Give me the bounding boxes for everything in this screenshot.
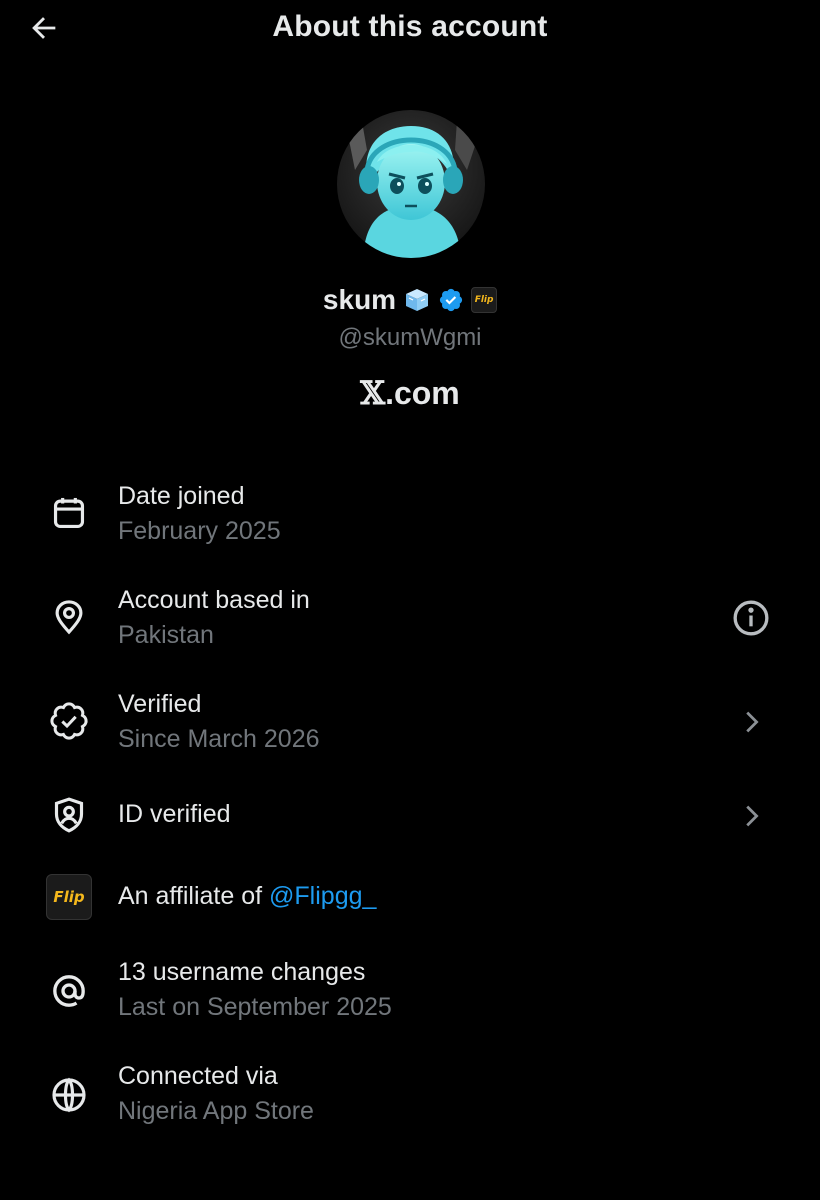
avatar[interactable]: [337, 110, 485, 258]
row-subtitle: Since March 2026: [118, 725, 320, 753]
row-title: Connected via: [118, 1062, 278, 1090]
row-title: Verified: [118, 690, 202, 718]
verified-badge-icon: [44, 696, 94, 746]
row-title: Date joined: [118, 482, 245, 510]
calendar-icon: [44, 488, 94, 538]
row-subtitle: Pakistan: [118, 621, 214, 649]
row-username-changes: 13 username changes Last on September 20…: [0, 954, 820, 1034]
affiliate-logo: Flip: [46, 874, 92, 920]
row-date-joined: Date joined February 2025: [0, 478, 820, 558]
row-title: An affiliate of @Flipgg_: [118, 882, 376, 911]
avatar-image: [337, 110, 485, 258]
flip-gg-badge-icon[interactable]: Flip: [471, 287, 498, 313]
name-row: skum Flip: [0, 284, 820, 316]
info-icon: [733, 600, 769, 636]
header-bar: About this account: [0, 0, 820, 60]
chevron-right-button[interactable]: [728, 793, 774, 839]
page-title: About this account: [272, 10, 548, 43]
location-pin-icon: [44, 592, 94, 642]
row-title: Account based in: [118, 586, 310, 614]
row-affiliate: Flip An affiliate of @Flipgg_: [0, 872, 820, 952]
shield-user-icon: [44, 790, 94, 840]
verified-blue-badge-icon: [439, 288, 463, 312]
row-id-verified[interactable]: ID verified: [0, 790, 820, 870]
site-link[interactable]: 𝕏.com: [0, 374, 820, 412]
x-logo-icon: 𝕏: [360, 374, 386, 412]
row-title: ID verified: [118, 800, 231, 828]
row-subtitle: February 2025: [118, 517, 281, 545]
chevron-right-button[interactable]: [728, 699, 774, 745]
chevron-right-icon: [746, 711, 759, 733]
row-subtitle: Nigeria App Store: [118, 1097, 314, 1125]
row-title: 13 username changes: [118, 958, 366, 986]
ice-cube-icon: [406, 289, 429, 311]
affiliate-link[interactable]: @Flipgg_: [269, 882, 376, 910]
row-account-based-in: Account based in Pakistan: [0, 582, 820, 662]
row-connected-via: Connected via Nigeria App Store: [0, 1058, 820, 1138]
globe-icon: [44, 1070, 94, 1120]
info-button[interactable]: [728, 595, 774, 641]
row-subtitle: Last on September 2025: [118, 993, 392, 1021]
at-sign-icon: [44, 966, 94, 1016]
affiliate-prefix: An affiliate of: [118, 882, 270, 910]
row-verified[interactable]: Verified Since March 2026: [0, 686, 820, 766]
site-domain: .com: [385, 375, 460, 411]
chevron-right-icon: [746, 805, 759, 827]
handle: @skumWgmi: [338, 324, 482, 351]
display-name: skum: [322, 284, 397, 315]
flip-gg-badge-icon: Flip: [44, 872, 94, 922]
